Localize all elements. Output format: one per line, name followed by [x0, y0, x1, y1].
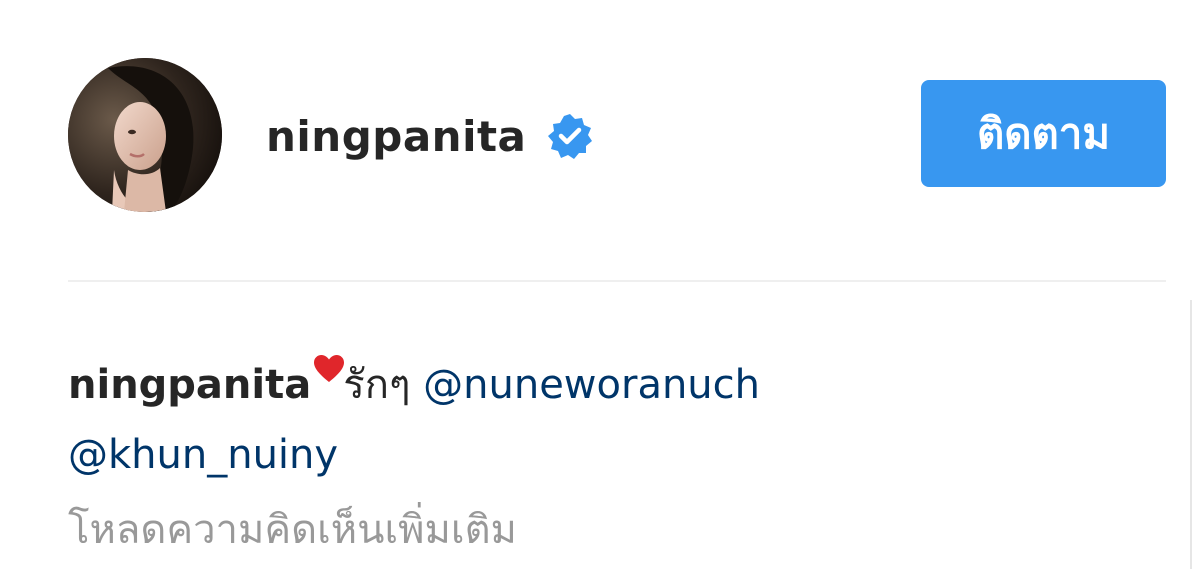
follow-button[interactable]: ติดตาม — [921, 80, 1166, 187]
scroll-edge — [1190, 300, 1192, 569]
username-link[interactable]: ningpanita — [266, 112, 526, 161]
avatar[interactable] — [68, 58, 222, 212]
post-header: ningpanita ติดตาม — [0, 0, 1200, 270]
heart-icon — [313, 336, 345, 382]
verified-badge-icon — [546, 112, 594, 160]
comment-text: รักๆ — [343, 362, 424, 408]
divider — [68, 280, 1166, 282]
comment-username-link[interactable]: ningpanita — [68, 362, 311, 408]
mention-link[interactable]: @nuneworanuch — [423, 362, 760, 408]
comment: ningpanita รักๆ @nuneworanuch @khun_nuiny — [68, 336, 1168, 490]
load-more-comments-button[interactable]: โหลดความคิดเห็นเพิ่มเติม — [68, 500, 517, 560]
avatar-image — [68, 58, 222, 212]
username-row: ningpanita — [266, 104, 594, 168]
mention-link[interactable]: @khun_nuiny — [68, 432, 338, 478]
